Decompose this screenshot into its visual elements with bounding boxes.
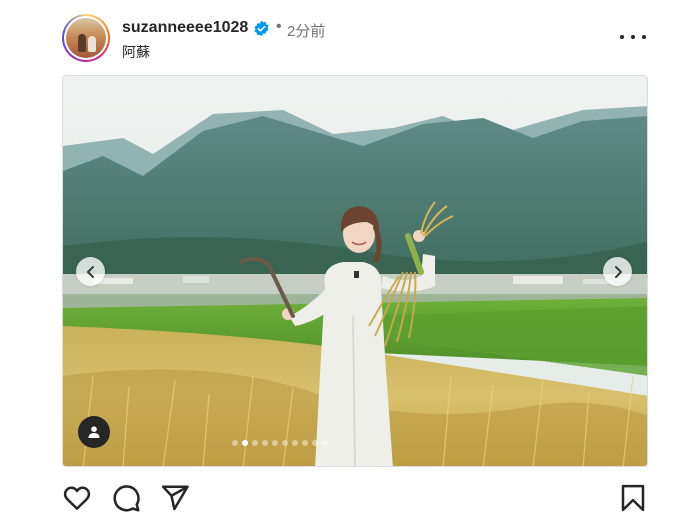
avatar[interactable]	[62, 14, 110, 62]
post-actions	[0, 478, 683, 517]
bookmark-icon[interactable]	[618, 483, 648, 513]
post-time[interactable]: 2分前	[287, 20, 325, 41]
comment-icon[interactable]	[111, 483, 141, 513]
carousel-next-button[interactable]	[603, 257, 632, 286]
more-dot-icon	[642, 35, 646, 39]
carousel-dot	[302, 440, 308, 446]
carousel-dot	[292, 440, 298, 446]
tagged-users-button[interactable]	[78, 416, 110, 448]
verified-badge-icon	[254, 20, 269, 37]
more-dot-icon	[631, 35, 635, 39]
post-header: suzanneeee1028 • 2分前 阿蘇	[0, 0, 683, 70]
carousel-dot	[232, 440, 238, 446]
share-icon[interactable]	[160, 483, 190, 513]
carousel-dot	[312, 440, 318, 446]
heart-icon[interactable]	[62, 483, 92, 513]
carousel-dot	[262, 440, 268, 446]
more-options-button[interactable]	[620, 26, 646, 48]
separator-dot: •	[276, 18, 282, 35]
post-photo	[63, 76, 647, 466]
carousel-dot	[242, 440, 248, 446]
carousel-prev-button[interactable]	[76, 257, 105, 286]
post-media[interactable]	[62, 75, 648, 467]
person-tag-icon	[88, 426, 100, 438]
carousel-indicator	[232, 440, 328, 448]
carousel-dot	[282, 440, 288, 446]
carousel-dot	[252, 440, 258, 446]
location-link[interactable]: 阿蘇	[122, 42, 150, 62]
chevron-left-icon	[86, 265, 94, 278]
more-dot-icon	[620, 35, 624, 39]
chevron-right-icon	[614, 265, 622, 278]
username-link[interactable]: suzanneeee1028	[122, 19, 248, 37]
carousel-dot	[322, 440, 328, 446]
avatar-image	[66, 18, 106, 58]
carousel-dot	[272, 440, 278, 446]
